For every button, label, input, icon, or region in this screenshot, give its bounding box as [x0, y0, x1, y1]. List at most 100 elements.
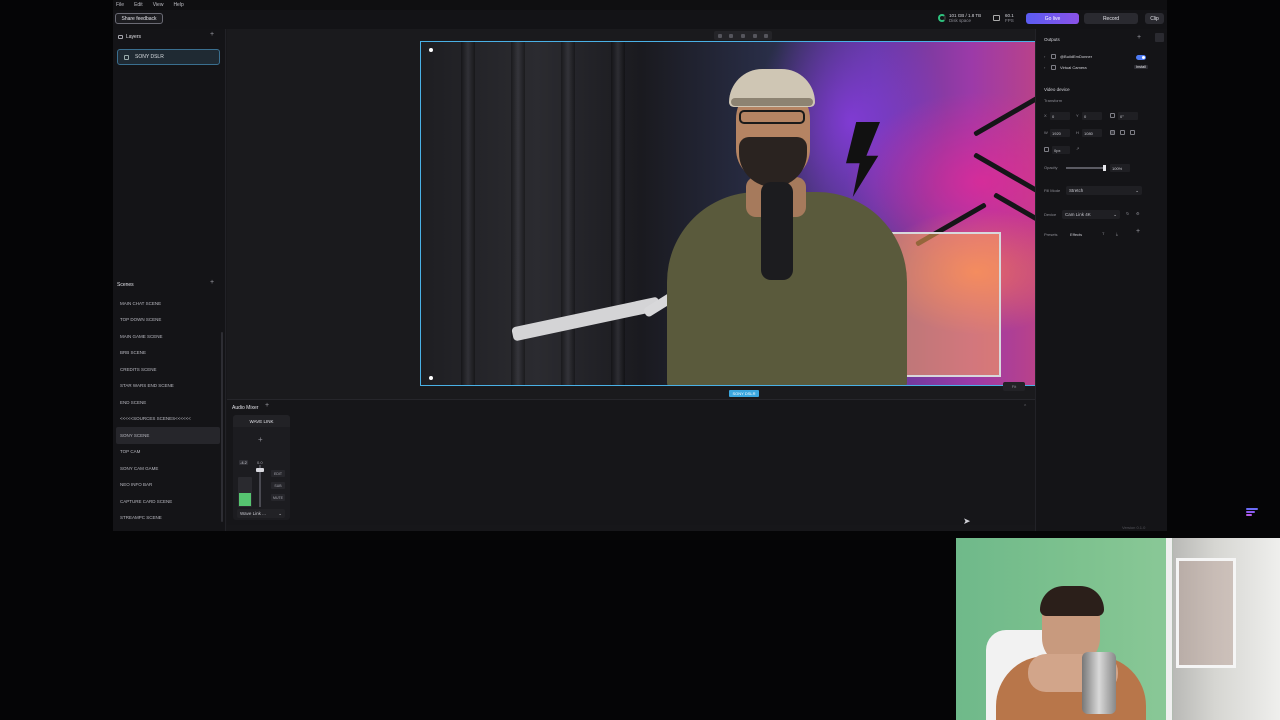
add-scene-plus-icon[interactable]: + [210, 279, 214, 286]
width-input[interactable]: 1920 [1050, 129, 1070, 137]
chevron-down-icon: ⌄ [1113, 211, 1117, 217]
record-button[interactable]: Record [1084, 13, 1138, 24]
flip-horizontal-icon[interactable] [1120, 130, 1125, 135]
monitor-icon [993, 15, 1000, 21]
h-label: H [1076, 130, 1079, 135]
text-icon[interactable]: T [1102, 231, 1104, 236]
chevron-down-icon: ⌄ [1135, 187, 1139, 193]
device-label: Device [1044, 212, 1057, 217]
share-feedback-button[interactable]: Share feedback [115, 13, 163, 24]
device-select[interactable]: Cam Link 4K ⌄ [1062, 210, 1120, 219]
scene-item-active[interactable]: SONY SCENE [116, 427, 220, 444]
volume-fader-knob[interactable] [256, 468, 264, 472]
menu-help[interactable]: Help [173, 2, 183, 8]
expand-chevron-icon[interactable]: › [1044, 65, 1045, 70]
channel-mute-button[interactable]: MUTE [271, 494, 285, 501]
curtain-fold [561, 42, 575, 385]
effects-tab[interactable]: Effects [1070, 232, 1082, 237]
fill-mode-label: Fill Mode [1044, 188, 1061, 193]
channel-db-label: -4.2 [239, 460, 248, 465]
layer-item-sony-dslr[interactable]: SONY DSLR [117, 49, 220, 65]
scene-item[interactable]: TOP DOWN SCENE [116, 312, 220, 329]
disk-space-stat: 101 GB / 1.8 TB Disk space [949, 13, 981, 23]
add-output-plus-icon[interactable]: + [1137, 34, 1141, 41]
scene-item[interactable]: <<<<<SOURCES SCENES<<<<<< [116, 411, 220, 428]
channel-device-select[interactable]: Wave Link ... ⌄ [237, 509, 285, 518]
height-input[interactable]: 1080 [1082, 129, 1102, 137]
add-layer-plus-icon[interactable]: + [210, 31, 214, 38]
outputs-title: Outputs [1044, 37, 1060, 42]
scene-item[interactable]: STAR WARS END SCENE [116, 378, 220, 395]
output-item-label: @BuildEmDonner [1060, 54, 1093, 59]
channel-sub-button[interactable]: SUB [271, 482, 285, 489]
output-toggle[interactable] [1136, 55, 1146, 60]
menu-file[interactable]: File [116, 2, 124, 8]
audio-channel: WAVE LINK + -4.2 0.0 EDIT SUB MUTE Wave … [233, 415, 290, 520]
add-effect-plus-icon[interactable]: + [1136, 228, 1140, 235]
menu-view[interactable]: View [153, 2, 164, 8]
version-label: Version 0.1.0 [1122, 525, 1146, 530]
expand-chevron-icon[interactable]: › [1044, 54, 1045, 59]
lightning-decor [846, 122, 880, 197]
logo-bar [1246, 508, 1258, 510]
opacity-slider-knob[interactable] [1103, 165, 1106, 171]
scene-item[interactable]: BRB SCENE [116, 345, 220, 362]
toolbar-tool-icon[interactable] [740, 33, 745, 38]
scene-item[interactable]: TOP CAM [116, 444, 220, 461]
logo-bar [1246, 511, 1255, 513]
menu-bar: File Edit View Help [113, 0, 1167, 10]
toolbar-tool-icon[interactable] [729, 33, 734, 38]
radius-link-icon[interactable]: ↗ [1076, 146, 1079, 151]
scene-item[interactable]: NEO INFO BAR [116, 477, 220, 494]
menu-edit[interactable]: Edit [134, 2, 143, 8]
corner-radius-input[interactable]: 0px [1052, 146, 1070, 154]
left-panel: Layers + SONY DSLR Scenes + MAIN CHAT SC… [113, 29, 226, 531]
fill-mode-select[interactable]: Stretch ⌄ [1066, 186, 1142, 195]
settings-gear-icon[interactable]: ⚙ [1136, 211, 1140, 216]
transform-label: Transform [1044, 98, 1063, 103]
go-live-button[interactable]: Go live [1026, 13, 1079, 24]
toolbar-tool-icon[interactable] [764, 33, 769, 38]
curtain-fold [611, 42, 625, 385]
y-input[interactable]: 0 [1082, 112, 1102, 120]
video-preview[interactable] [420, 41, 1070, 386]
channel-edit-button[interactable]: EDIT [271, 470, 285, 477]
resize-handle[interactable] [429, 376, 433, 380]
install-badge[interactable]: Install [1134, 65, 1148, 69]
x-input[interactable]: 0 [1050, 112, 1070, 120]
microphone [761, 182, 793, 280]
collapse-chevron-icon[interactable]: ⌃ [1023, 404, 1027, 410]
scene-item[interactable]: CAPTURE CARD SCENE [116, 493, 220, 510]
toolbar-tool-icon[interactable] [717, 33, 722, 38]
download-icon[interactable]: ⤓ [1116, 231, 1118, 236]
corner-radius-icon [1044, 147, 1049, 152]
clip-button[interactable]: Clip [1145, 13, 1164, 24]
resize-handle[interactable] [429, 48, 433, 52]
add-filter-plus-icon[interactable]: + [258, 435, 263, 444]
scene-item[interactable]: SONY CAM GAME [116, 460, 220, 477]
toolbar-tool-icon[interactable] [752, 33, 757, 38]
opacity-input[interactable]: 100% [1110, 164, 1130, 172]
zoom-select[interactable]: Fit [1003, 382, 1025, 391]
add-audio-plus-icon[interactable]: + [265, 402, 269, 409]
refresh-icon[interactable]: ↻ [1126, 211, 1129, 216]
scene-item[interactable]: MAIN CHAT SCENE [116, 295, 220, 312]
scene-item[interactable]: END SCENE [116, 394, 220, 411]
disk-space-label: Disk space [949, 18, 972, 23]
scene-item[interactable]: MAIN GAME SCENE [116, 328, 220, 345]
lock-aspect-icon[interactable] [1110, 130, 1115, 135]
scenes-scrollbar[interactable] [221, 332, 223, 522]
volume-meter-fill [239, 493, 251, 506]
curtain-fold [461, 42, 475, 385]
stream-output-icon [1051, 54, 1056, 59]
flip-vertical-icon[interactable] [1130, 130, 1135, 135]
rotation-input[interactable]: 0° [1118, 112, 1138, 120]
device-value: Cam Link 4K [1065, 212, 1091, 217]
panel-toggle-icon[interactable] [1155, 33, 1164, 42]
scene-item[interactable]: CREDITS SCENE [116, 361, 220, 378]
opacity-slider-track[interactable] [1066, 167, 1106, 169]
fill-mode-value: Stretch [1069, 188, 1084, 193]
opacity-label: Opacity [1044, 165, 1058, 170]
scene-item[interactable]: STREAMPC SCENE [116, 510, 220, 527]
channel-name[interactable]: WAVE LINK [233, 415, 290, 427]
